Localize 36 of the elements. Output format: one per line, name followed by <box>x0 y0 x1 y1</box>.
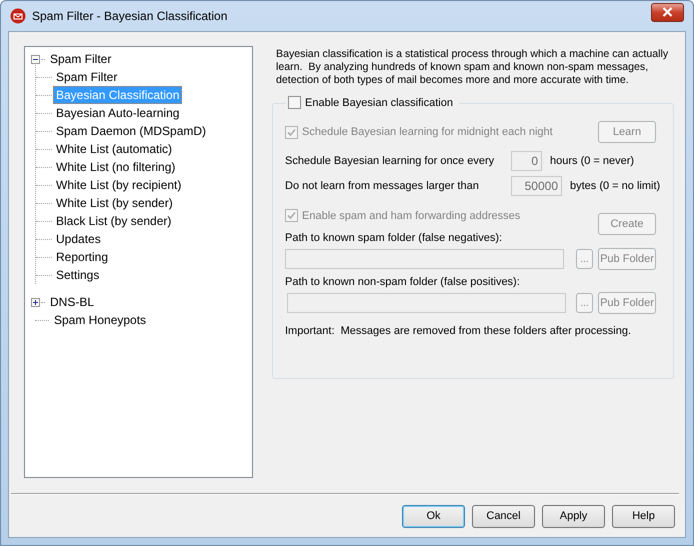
window-title: Spam Filter - Bayesian Classification <box>32 9 228 23</box>
message-size-unit: bytes (0 = no limit) <box>570 180 660 192</box>
enable-bayesian-checkbox[interactable] <box>288 96 301 109</box>
tree-item[interactable]: Black List (by sender) <box>53 212 174 230</box>
dialog-button[interactable]: Help <box>612 505 675 528</box>
folder-path-label: Path to known spam folder (false negatives): <box>285 232 504 244</box>
tree-item[interactable]: Spam Filter <box>53 68 120 86</box>
tree-item[interactable]: Settings <box>53 266 102 284</box>
description-text: Bayesian classification is a statistical process through which a machine can actually learn. By analyzing hundreds of known spam and known non-spam messages, detection of both types of mail becomes more and more accurate with time. <box>276 48 670 87</box>
folder-path-label: Path to known non-spam folder (false positives): <box>285 276 521 288</box>
note-text: Important: Messages are removed from these folders after processing. <box>285 324 632 338</box>
tree-item[interactable]: White List (automatic) <box>53 140 176 158</box>
tree-item[interactable]: Bayesian Auto-learning <box>53 104 182 122</box>
tree-item[interactable]: Reporting <box>53 248 112 266</box>
tree-item[interactable]: White List (no filtering) <box>53 158 178 176</box>
app-icon <box>10 8 26 24</box>
learning-interval-unit: hours (0 = never) <box>550 155 634 167</box>
tree-item[interactable]: Spam Daemon (MDSpamD) <box>53 122 210 140</box>
tree-item[interactable]: DNS-BL <box>47 293 98 311</box>
forwarding-label: Enable spam and ham forwarding addresses <box>302 210 520 222</box>
dialog-button[interactable]: Ok <box>402 505 465 528</box>
close-button[interactable] <box>651 2 684 22</box>
dialog-button[interactable]: Cancel <box>472 505 535 528</box>
message-size-label: Do not learn from messages larger than <box>285 180 480 192</box>
tree-item[interactable]: Spam Filter <box>47 50 114 68</box>
tree-item[interactable]: White List (by sender) <box>53 194 176 212</box>
collapse-icon[interactable] <box>31 54 40 64</box>
close-icon <box>662 7 673 17</box>
learning-interval-label: Schedule Bayesian learning for once every <box>285 155 496 167</box>
dialog-button[interactable]: Apply <box>542 505 605 528</box>
schedule-midnight-label: Schedule Bayesian learning for midnight each night <box>302 126 553 138</box>
tree-item[interactable]: White List (by recipient) <box>53 176 184 194</box>
tree-item[interactable]: Spam Honeypots <box>51 311 150 329</box>
enable-bayesian-label: Enable Bayesian classification <box>305 96 453 108</box>
expand-icon[interactable] <box>31 298 40 306</box>
tree-item[interactable]: Updates <box>53 230 104 248</box>
